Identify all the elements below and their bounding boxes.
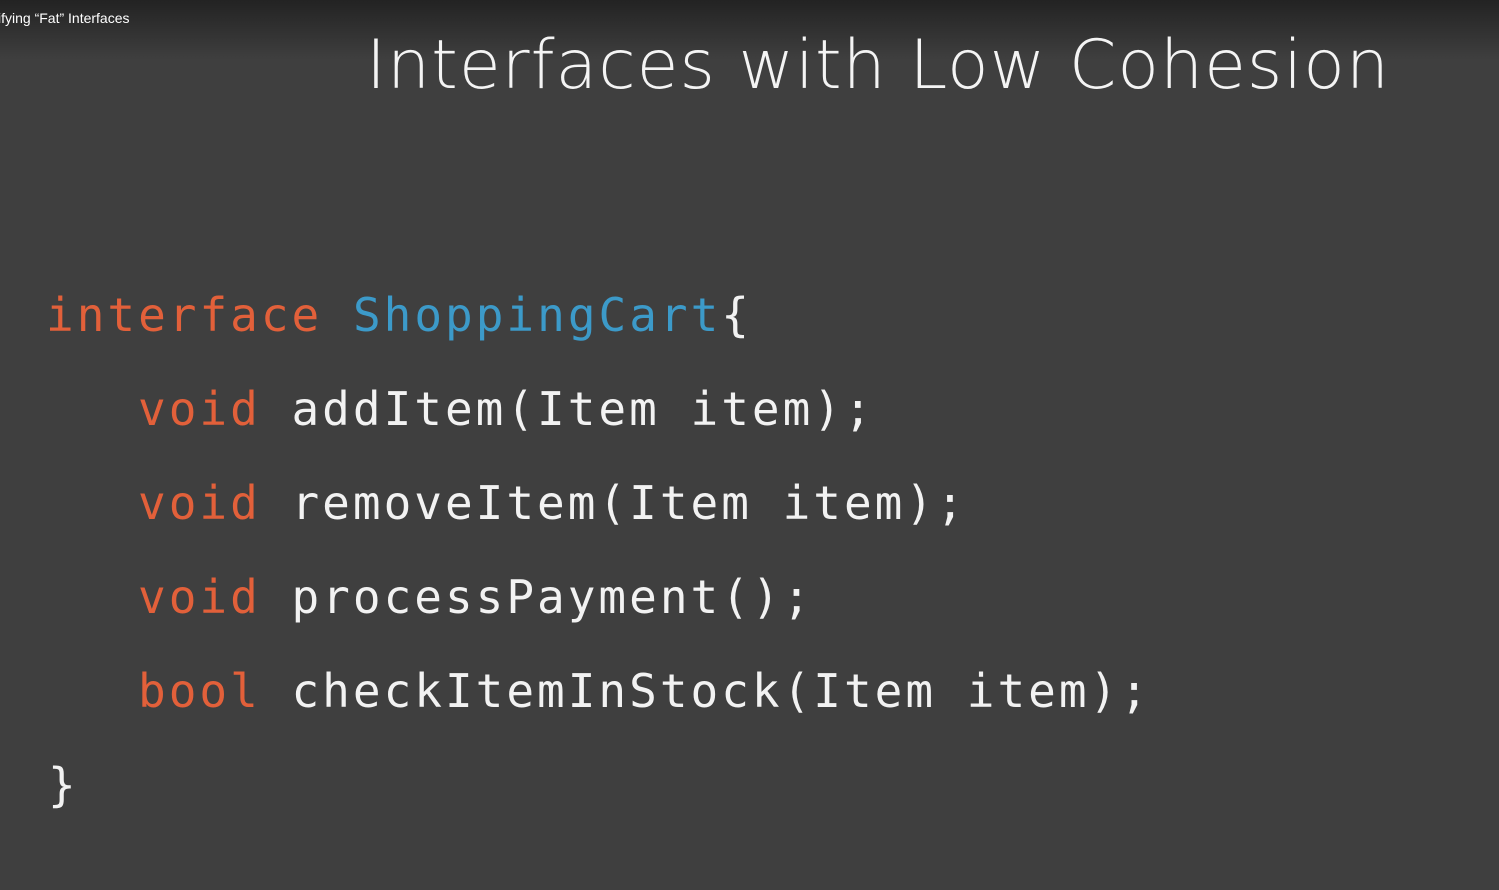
- video-frame: ifying “Fat” Interfaces Interfaces with …: [0, 0, 1499, 890]
- code-method-signature: processPayment();: [291, 570, 814, 624]
- code-open-brace: {: [721, 288, 752, 342]
- code-keyword: interface: [46, 288, 323, 342]
- code-line-method: bool checkItemInStock(Item item);: [138, 668, 1151, 714]
- code-line-interface: interface ShoppingCart{: [46, 292, 752, 338]
- code-return-type: void: [138, 382, 261, 436]
- code-method-signature: addItem(Item item);: [291, 382, 875, 436]
- code-close-brace: }: [48, 758, 79, 812]
- code-line-method: void addItem(Item item);: [138, 386, 875, 432]
- code-method-signature: checkItemInStock(Item item);: [291, 664, 1151, 718]
- code-return-type: bool: [138, 664, 261, 718]
- code-interface-name: ShoppingCart: [352, 288, 722, 342]
- code-method-signature: removeItem(Item item);: [291, 476, 967, 530]
- code-line-method: void removeItem(Item item);: [138, 480, 967, 526]
- code-return-type: void: [138, 570, 261, 624]
- slide-title: Interfaces with Low Cohesion: [366, 26, 1390, 105]
- code-line-method: void processPayment();: [138, 574, 813, 620]
- video-title[interactable]: ifying “Fat” Interfaces: [0, 10, 130, 26]
- code-return-type: void: [138, 476, 261, 530]
